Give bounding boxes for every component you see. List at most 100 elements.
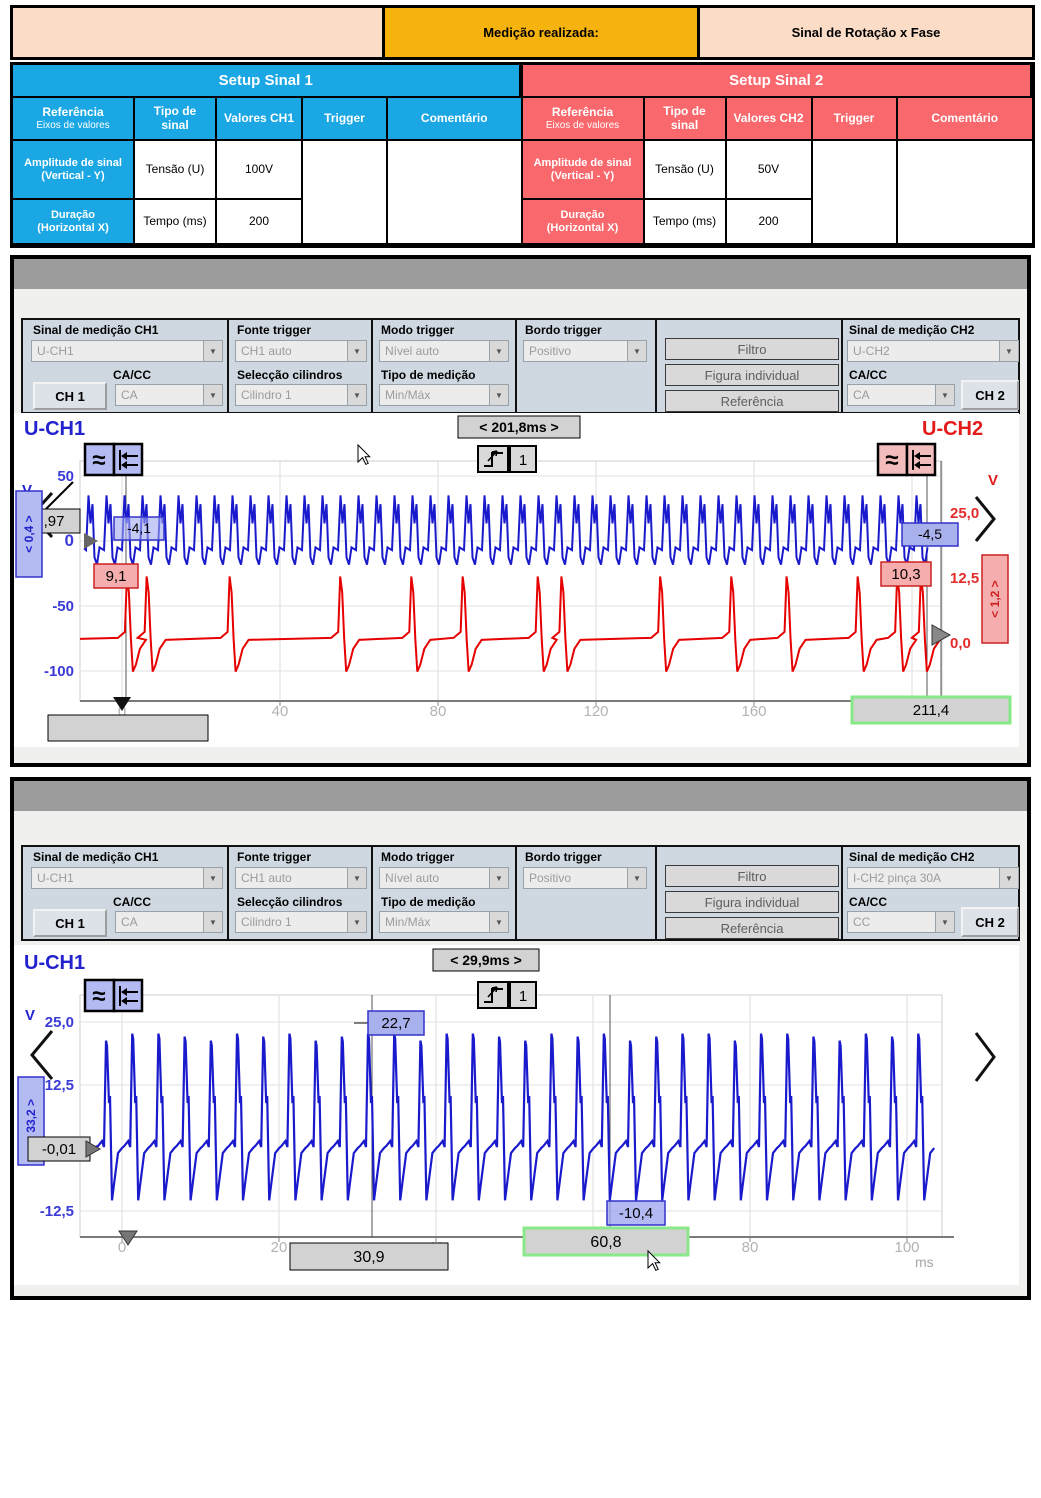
- setup-table: Setup Sinal 1 ReferênciaEixos de valores…: [10, 62, 1035, 248]
- modo-trigger-dropdown[interactable]: Nível auto▼: [379, 340, 509, 362]
- col-tipo-line2: sinal: [671, 119, 698, 133]
- ch1-position-icon[interactable]: [114, 980, 142, 1011]
- wave-icon: ≈: [92, 983, 105, 1010]
- chevron-down-icon[interactable]: ▼: [347, 385, 366, 405]
- tipo-medicao-dropdown[interactable]: Min/Máx▼: [379, 384, 509, 406]
- time-readout-box-empty[interactable]: [48, 715, 208, 741]
- modo-trigger-label: Modo trigger: [381, 850, 454, 864]
- chevron-down-icon[interactable]: ▼: [347, 341, 366, 361]
- ch1-signal-dropdown[interactable]: U-CH1▼: [31, 340, 223, 362]
- bordo-trigger-label: Bordo trigger: [525, 323, 602, 337]
- row-amplitude-line2: (Vertical - Y): [41, 170, 104, 183]
- scope2-toolbar: Sinal de medição CH1 U-CH1▼ CA/CC CH 1 C…: [21, 845, 1020, 941]
- ch1-signal-dropdown[interactable]: U-CH1▼: [31, 867, 223, 889]
- ch2-signal-label: Sinal de medição CH2: [849, 323, 974, 337]
- col-referencia: ReferênciaEixos de valores: [13, 98, 135, 141]
- ch2-cacc-value: CC: [848, 912, 935, 932]
- bordo-trigger-dropdown[interactable]: Positivo▼: [523, 867, 647, 889]
- ch1-button[interactable]: CH 1: [33, 382, 107, 410]
- filtro-button[interactable]: Filtro: [665, 338, 839, 360]
- svg-text:0: 0: [65, 531, 74, 550]
- ch1-zero-readout: ,97: [44, 513, 65, 530]
- row-amplitude-valor: 100V: [217, 141, 303, 200]
- ch2-cacc-value: CA: [848, 385, 935, 405]
- ch2-signal-dropdown[interactable]: I-CH2 pinça 30A▼: [847, 867, 1019, 889]
- chevron-down-icon[interactable]: ▼: [203, 341, 222, 361]
- chevron-down-icon[interactable]: ▼: [203, 385, 222, 405]
- ch2-position-icon[interactable]: [907, 444, 935, 475]
- tipo-medicao-value: Min/Máx: [380, 385, 489, 405]
- svg-text:20: 20: [271, 1239, 288, 1256]
- cilindros-dropdown[interactable]: Cilindro 1▼: [235, 911, 367, 933]
- row-duracao-line1: Duração: [51, 209, 95, 222]
- wave-icon: ≈: [885, 447, 898, 474]
- svg-text:80: 80: [742, 1239, 759, 1256]
- col-tipo-line1: Tipo de: [154, 105, 196, 119]
- scope-title-band: [14, 781, 1027, 811]
- filtro-button[interactable]: Filtro: [665, 865, 839, 887]
- ch2-button[interactable]: CH 2: [961, 907, 1019, 937]
- x-axis-unit: ms: [915, 1254, 934, 1270]
- ch1-signal-label: Sinal de medição CH1: [33, 850, 158, 864]
- svg-text:40: 40: [272, 703, 289, 720]
- chevron-down-icon[interactable]: ▼: [347, 912, 366, 932]
- tipo-medicao-dropdown[interactable]: Min/Máx▼: [379, 911, 509, 933]
- peak-marker: 22,7: [381, 1015, 410, 1032]
- chevron-down-icon[interactable]: ▼: [935, 385, 954, 405]
- modo-trigger-dropdown[interactable]: Nível auto▼: [379, 867, 509, 889]
- bordo-trigger-dropdown[interactable]: Positivo▼: [523, 340, 647, 362]
- chevron-down-icon[interactable]: ▼: [489, 912, 508, 932]
- chevron-down-icon[interactable]: ▼: [203, 912, 222, 932]
- row-amplitude-tipo: Tensão (U): [135, 141, 217, 200]
- ch1-cacc-dropdown[interactable]: CA▼: [115, 384, 223, 406]
- ch2-signal-label: Sinal de medição CH2: [849, 850, 974, 864]
- setup-sinal1: Setup Sinal 1 ReferênciaEixos de valores…: [13, 65, 523, 245]
- chevron-down-icon[interactable]: ▼: [627, 868, 646, 888]
- chevron-down-icon[interactable]: ▼: [999, 341, 1018, 361]
- svg-text:0: 0: [118, 1239, 126, 1256]
- modo-trigger-value: Nível auto: [380, 341, 489, 361]
- chevron-down-icon[interactable]: ▼: [203, 868, 222, 888]
- cilindros-dropdown[interactable]: Cilindro 1▼: [235, 384, 367, 406]
- toolbar-divider: [515, 847, 517, 939]
- referencia-button[interactable]: Referência: [665, 917, 839, 939]
- ch2-button[interactable]: CH 2: [961, 380, 1019, 410]
- col-valores-ch1: Valores CH1: [217, 98, 303, 141]
- chevron-down-icon[interactable]: ▼: [999, 868, 1018, 888]
- chevron-down-icon[interactable]: ▼: [489, 385, 508, 405]
- time-marker-2: 60,8: [590, 1234, 621, 1251]
- fonte-trigger-label: Fonte trigger: [237, 850, 311, 864]
- row-duracao-line1: Duração: [560, 209, 604, 222]
- scope1-plot: 04080120160200500-50-10025,012,50,0 U-CH…: [14, 413, 1019, 747]
- fonte-trigger-dropdown[interactable]: CH1 auto▼: [235, 340, 367, 362]
- ch1-position-icon[interactable]: [114, 444, 142, 475]
- row-duracao-ref: Duração(Horizontal X): [13, 200, 135, 245]
- chevron-down-icon[interactable]: ▼: [347, 868, 366, 888]
- ch2-signal-value: U-CH2: [848, 341, 999, 361]
- figura-individual-button[interactable]: Figura individual: [665, 364, 839, 386]
- referencia-button[interactable]: Referência: [665, 390, 839, 412]
- row-duracao-ref: Duração(Horizontal X): [523, 200, 645, 245]
- chevron-down-icon[interactable]: ▼: [935, 912, 954, 932]
- chevron-down-icon[interactable]: ▼: [489, 341, 508, 361]
- ch1-button[interactable]: CH 1: [33, 909, 107, 937]
- trigger-count: 1: [519, 452, 527, 469]
- ch1-cacc-dropdown[interactable]: CA▼: [115, 911, 223, 933]
- svg-text:120: 120: [583, 703, 608, 720]
- fonte-trigger-dropdown[interactable]: CH1 auto▼: [235, 867, 367, 889]
- toolbar-divider: [515, 320, 517, 412]
- ch2-cacc-dropdown[interactable]: CC▼: [847, 911, 955, 933]
- ch2-signal-value: I-CH2 pinça 30A: [848, 868, 999, 888]
- ch2-cacc-dropdown[interactable]: CA▼: [847, 384, 955, 406]
- col-tipo-line1: Tipo de: [663, 105, 705, 119]
- svg-text:25,0: 25,0: [950, 505, 979, 522]
- svg-text:-50: -50: [52, 598, 74, 615]
- col-valores-ch2: Valores CH2: [727, 98, 813, 141]
- figura-individual-button[interactable]: Figura individual: [665, 891, 839, 913]
- ch2-signal-dropdown[interactable]: U-CH2▼: [847, 340, 1019, 362]
- chevron-down-icon[interactable]: ▼: [489, 868, 508, 888]
- chevron-down-icon[interactable]: ▼: [627, 341, 646, 361]
- ch2-marker-left: 9,1: [106, 568, 127, 585]
- scope-title-band: [14, 259, 1027, 289]
- document-page: Medição realizada: Sinal de Rotação x Fa…: [0, 0, 1041, 1498]
